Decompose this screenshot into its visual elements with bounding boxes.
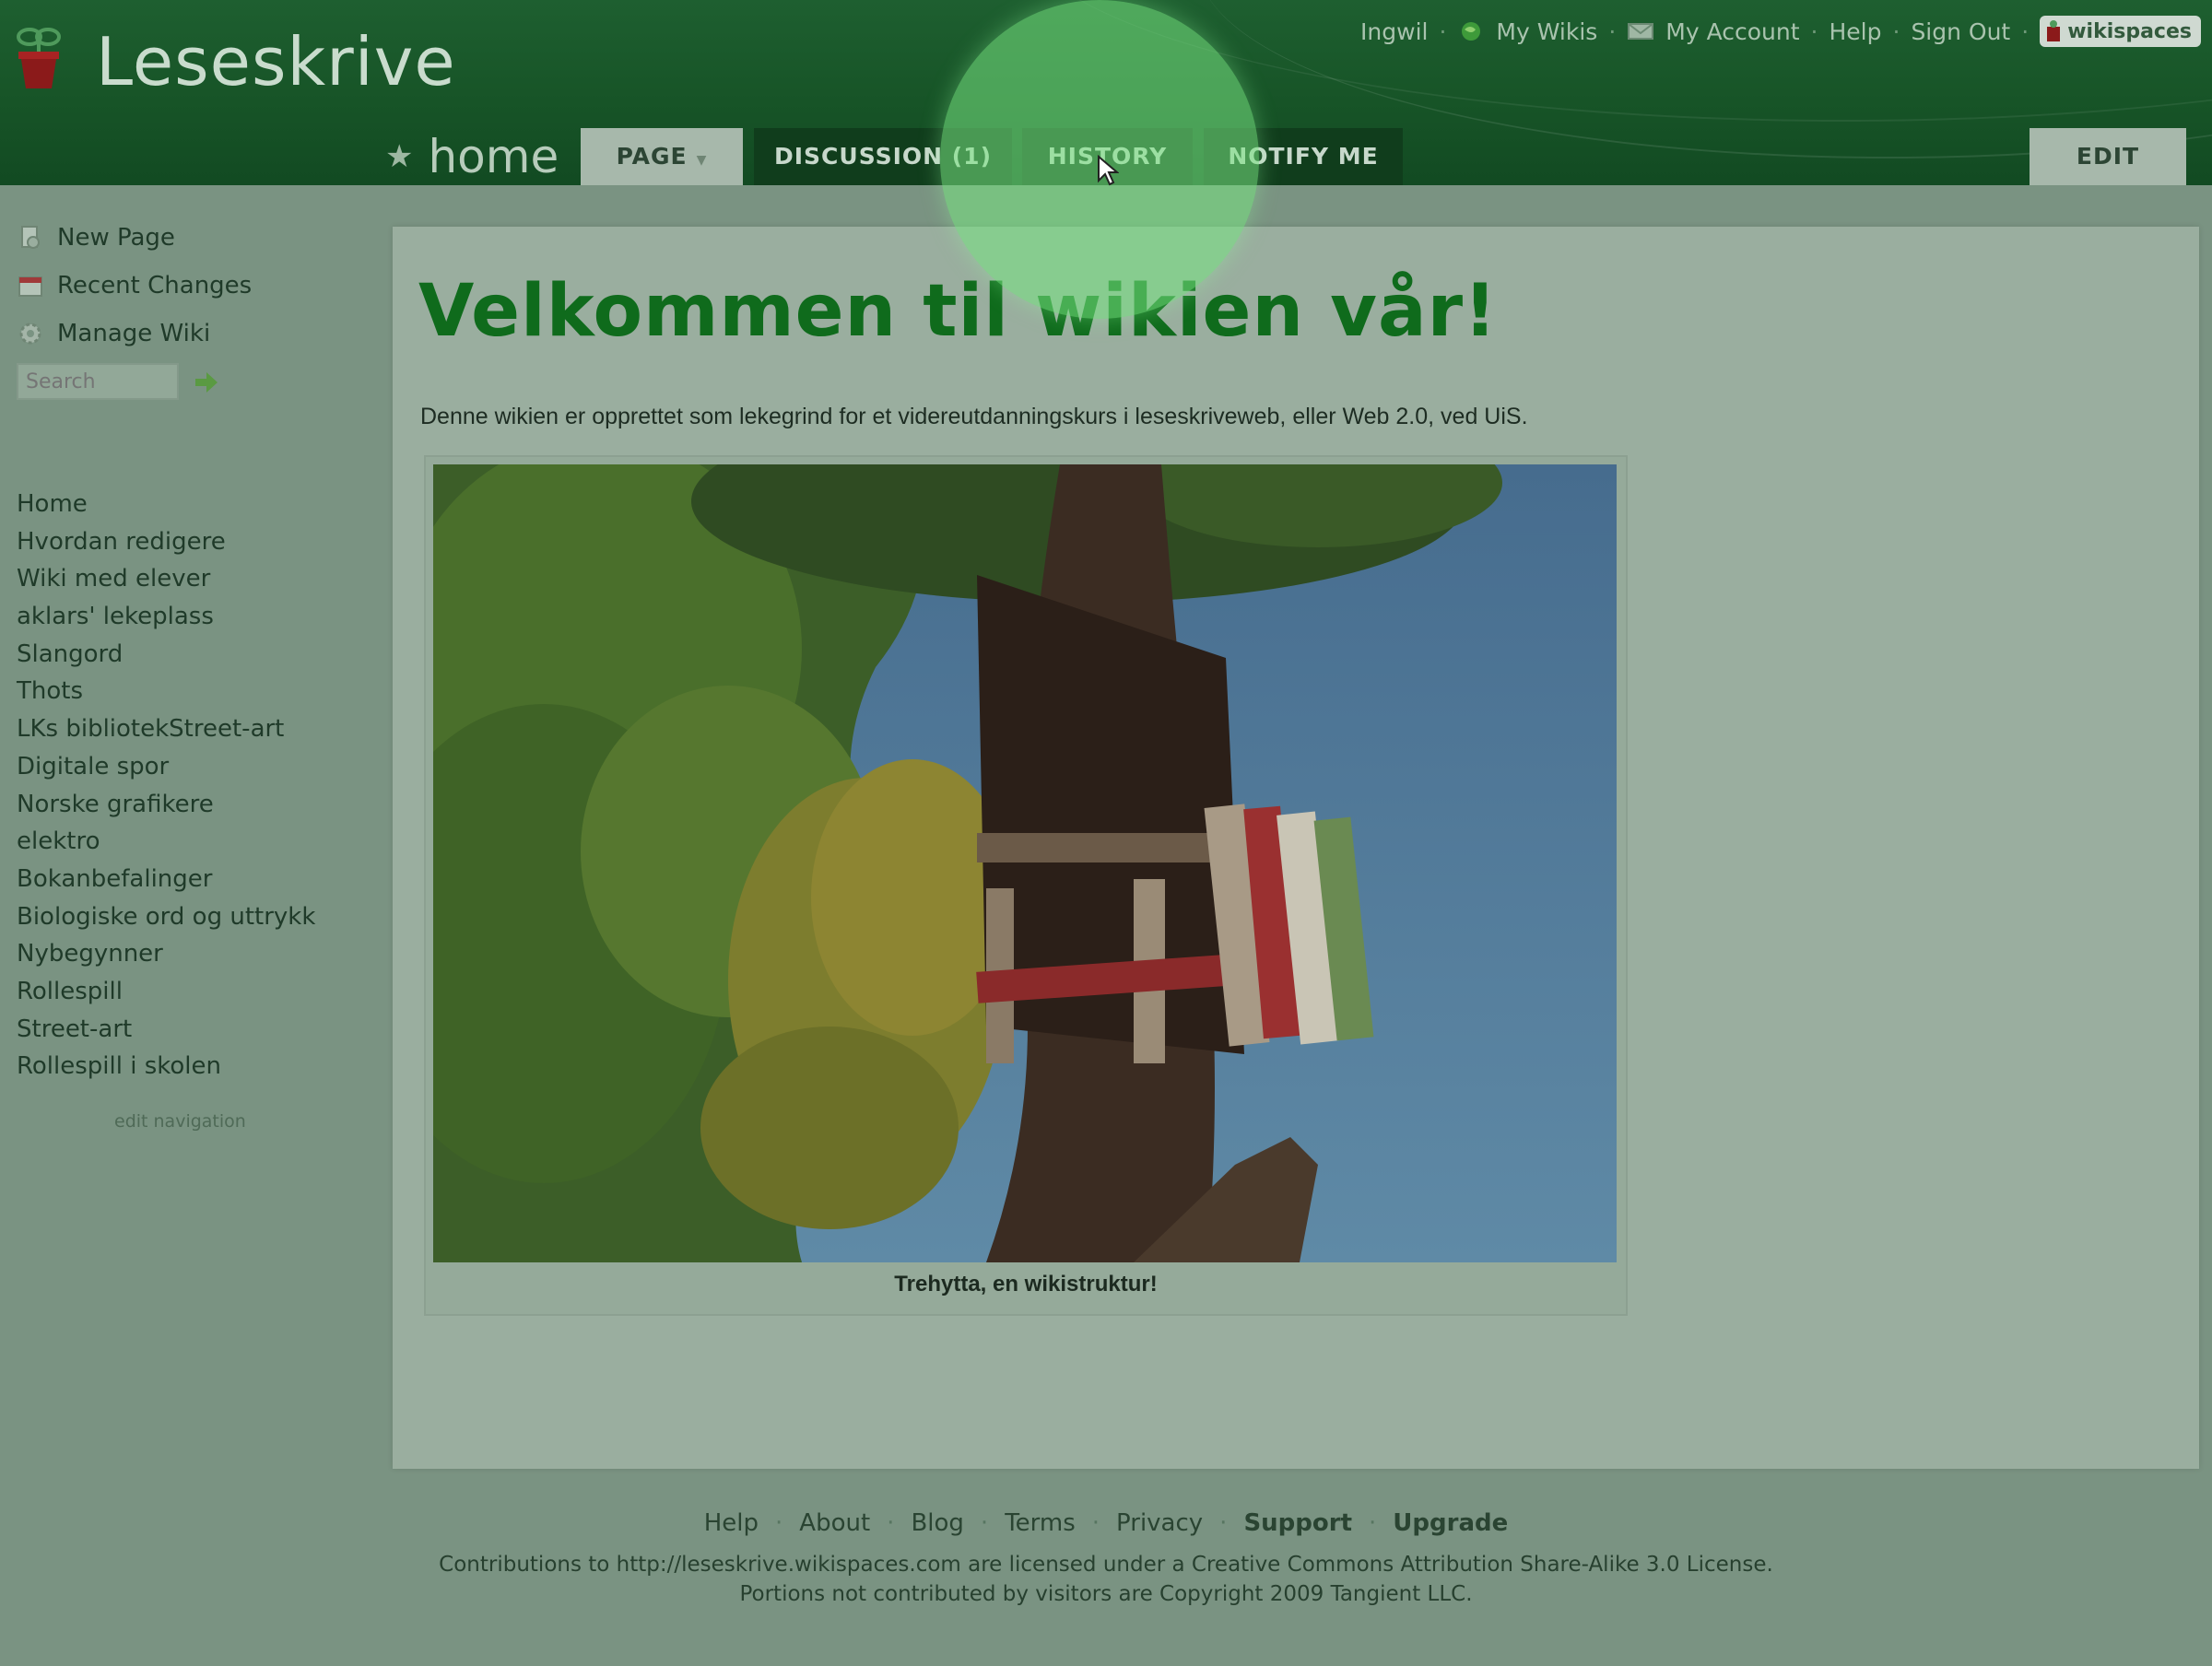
separator: · — [1369, 1509, 1377, 1537]
treehouse-photo — [433, 464, 1617, 1262]
manage-wiki-link[interactable]: Manage Wiki — [17, 315, 210, 352]
footer-about-link[interactable]: About — [799, 1509, 870, 1537]
new-page-link[interactable]: New Page — [17, 219, 175, 256]
page-name: ★ home — [385, 129, 559, 184]
wikispaces-badge-label: wikispaces — [2067, 19, 2192, 43]
license-text: Contributions to http://leseskrive.wikis… — [0, 1550, 2212, 1609]
edit-button[interactable]: EDIT — [2030, 128, 2186, 185]
separator: · — [1091, 1509, 1100, 1537]
globe-icon — [1462, 22, 1481, 41]
nav-item-street-art[interactable]: Street-art — [17, 1011, 315, 1049]
site-title[interactable]: Leseskrive — [96, 20, 456, 103]
my-wikis-link[interactable]: My Wikis — [1496, 18, 1597, 45]
tab-discussion[interactable]: DISCUSSION (1) — [754, 128, 1012, 185]
help-link[interactable]: Help — [1829, 18, 1881, 45]
nav-item-nybegynner[interactable]: Nybegynner — [17, 935, 315, 973]
footer-terms-link[interactable]: Terms — [1005, 1509, 1076, 1537]
chevron-down-icon: ▼ — [696, 153, 708, 168]
footer-blog-link[interactable]: Blog — [911, 1509, 963, 1537]
intro-paragraph: Denne wikien er opprettet som lekegrind … — [420, 404, 1528, 429]
sign-out-link[interactable]: Sign Out — [1911, 18, 2010, 45]
gear-icon — [19, 323, 41, 345]
tab-page[interactable]: PAGE ▼ — [581, 128, 743, 185]
image-caption: Trehytta, en wikistruktur! — [894, 1272, 1158, 1296]
image-figure: Trehytta, en wikistruktur! — [424, 455, 1628, 1316]
tab-history[interactable]: HISTORY — [1022, 128, 1193, 185]
nav-item-aklars-lekeplass[interactable]: aklars' lekeplass — [17, 598, 315, 636]
license-line-2: Portions not contributed by visitors are… — [739, 1582, 1473, 1606]
page-title: Velkommen til wikien vår! — [418, 270, 1498, 353]
recent-changes-link[interactable]: Recent Changes — [17, 267, 252, 304]
separator: · — [1892, 18, 1900, 45]
username-link[interactable]: Ingwil — [1360, 18, 1428, 45]
nav-item-biologiske-ord[interactable]: Biologiske ord og uttrykk — [17, 898, 315, 936]
separator: · — [2021, 18, 2030, 45]
footer-privacy-link[interactable]: Privacy — [1116, 1509, 1203, 1537]
footer-links: Help · About · Blog · Terms · Privacy · Support · Up… — [0, 1509, 2212, 1537]
tab-notify-me[interactable]: NOTIFY ME — [1204, 128, 1403, 185]
nav-item-digitale-spor[interactable]: Digitale spor — [17, 748, 315, 786]
separator: · — [1810, 18, 1818, 45]
separator: · — [775, 1509, 783, 1537]
manage-wiki-label: Manage Wiki — [57, 320, 211, 347]
recent-changes-label: Recent Changes — [57, 272, 253, 299]
navigation-list: Home Hvordan redigere Wiki med elever ak… — [17, 486, 315, 1085]
footer-help-link[interactable]: Help — [704, 1509, 759, 1537]
nav-item-slangord[interactable]: Slangord — [17, 636, 315, 674]
nav-item-elektro[interactable]: elektro — [17, 823, 315, 861]
flower-pot-icon[interactable] — [17, 24, 61, 90]
separator: · — [1608, 18, 1617, 45]
search-input[interactable] — [17, 363, 179, 400]
calendar-icon — [18, 276, 42, 297]
wikispaces-logo-icon — [2047, 20, 2061, 41]
nav-item-bokanbefalinger[interactable]: Bokanbefalinger — [17, 861, 315, 898]
site-header: Leseskrive Ingwil · My Wikis · My Accoun… — [0, 0, 2212, 185]
star-icon[interactable]: ★ — [385, 129, 413, 184]
nav-item-wiki-med-elever[interactable]: Wiki med elever — [17, 560, 315, 598]
nav-item-home[interactable]: Home — [17, 486, 315, 523]
page-name-label: home — [428, 130, 559, 183]
footer-support-link[interactable]: Support — [1243, 1509, 1352, 1537]
separator: · — [980, 1509, 989, 1537]
edit-navigation-link[interactable]: edit navigation — [114, 1111, 246, 1132]
nav-item-hvordan-redigere[interactable]: Hvordan redigere — [17, 523, 315, 561]
nav-item-lks-bibliotek[interactable]: LKs bibliotekStreet-art — [17, 710, 315, 748]
nav-item-rollespill-i-skolen[interactable]: Rollespill i skolen — [17, 1048, 315, 1085]
wikispaces-badge[interactable]: wikispaces — [2040, 16, 2201, 47]
new-page-icon — [21, 226, 40, 249]
separator: · — [1439, 18, 1447, 45]
footer-upgrade-link[interactable]: Upgrade — [1393, 1509, 1508, 1537]
page-content: Velkommen til wikien vår! Denne wikien e… — [393, 227, 2199, 1469]
my-account-link[interactable]: My Account — [1665, 18, 1799, 45]
license-line-1: Contributions to http://leseskrive.wikis… — [439, 1553, 1773, 1577]
separator: · — [1219, 1509, 1228, 1537]
tab-page-label: PAGE — [616, 143, 688, 170]
new-page-label: New Page — [57, 224, 175, 252]
separator: · — [887, 1509, 895, 1537]
mail-icon — [1628, 23, 1654, 40]
top-user-links: Ingwil · My Wikis · My Account · Help · … — [1360, 13, 2201, 50]
nav-item-norske-grafikere[interactable]: Norske grafikere — [17, 786, 315, 824]
arrow-right-icon[interactable] — [192, 369, 219, 396]
nav-item-rollespill[interactable]: Rollespill — [17, 973, 315, 1011]
nav-item-thots[interactable]: Thots — [17, 673, 315, 710]
